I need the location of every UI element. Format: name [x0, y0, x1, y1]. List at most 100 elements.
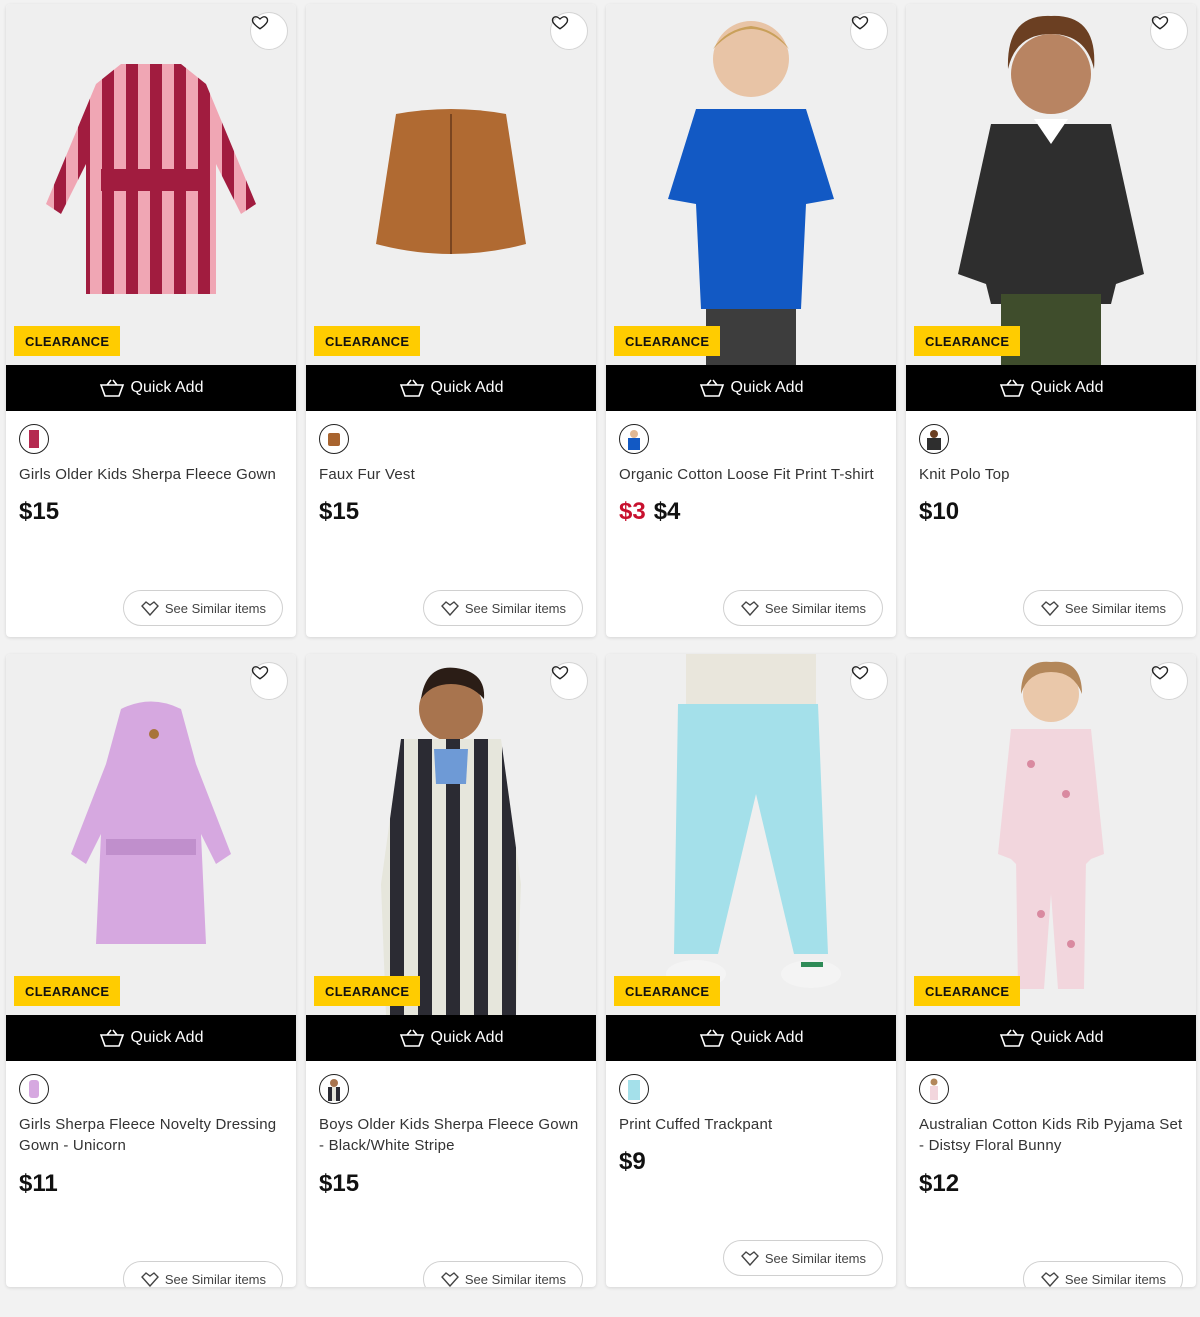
current-price: $4: [653, 498, 681, 525]
see-similar-label: See Similar items: [1064, 1271, 1166, 1287]
color-swatch[interactable]: [19, 424, 49, 454]
current-price: $10: [919, 498, 960, 525]
see-similar-label: See Similar items: [764, 600, 866, 616]
see-similar-button[interactable]: See Similar items: [722, 1240, 883, 1276]
see-similar-label: See Similar items: [464, 1271, 566, 1287]
hanger-heart-icon: [440, 601, 459, 616]
product-name[interactable]: Girls Sherpa Fleece Novelty Dressing Gow…: [19, 1114, 285, 1156]
clearance-badge: CLEARANCE: [314, 326, 421, 356]
basket-icon: [999, 1029, 1024, 1047]
basket-icon: [699, 1029, 724, 1047]
quick-add-label: Quick Add: [1030, 1029, 1104, 1046]
wishlist-heart-icon[interactable]: [550, 662, 588, 700]
quick-add-button[interactable]: Quick Add: [606, 1015, 896, 1061]
product-image[interactable]: CLEARANCE: [906, 654, 1196, 1015]
quick-add-button[interactable]: Quick Add: [606, 365, 896, 411]
see-similar-button[interactable]: See Similar items: [1022, 1261, 1183, 1287]
quick-add-button[interactable]: Quick Add: [306, 365, 596, 411]
color-swatch[interactable]: [319, 1074, 349, 1104]
product-name[interactable]: Print Cuffed Trackpant: [619, 1114, 885, 1135]
quick-add-button[interactable]: Quick Add: [6, 365, 296, 411]
clearance-badge: CLEARANCE: [614, 326, 721, 356]
color-swatch[interactable]: [919, 1074, 949, 1104]
see-similar-button[interactable]: See Similar items: [422, 590, 583, 626]
hanger-heart-icon: [1040, 601, 1059, 616]
wishlist-heart-icon[interactable]: [250, 12, 288, 50]
see-similar-button[interactable]: See Similar items: [722, 590, 883, 626]
product-grid: CLEARANCE Quick Add Girls Older Kids She…: [0, 0, 1200, 1317]
product-name[interactable]: Faux Fur Vest: [319, 464, 585, 485]
clearance-badge: CLEARANCE: [914, 326, 1021, 356]
quick-add-label: Quick Add: [430, 1029, 504, 1046]
color-swatch[interactable]: [19, 1074, 49, 1104]
quick-add-label: Quick Add: [730, 1029, 804, 1046]
see-similar-button[interactable]: See Similar items: [122, 1261, 283, 1287]
current-price: $12: [919, 1170, 960, 1197]
current-price: $9: [619, 1148, 646, 1175]
clearance-badge: CLEARANCE: [314, 976, 421, 1006]
product-image[interactable]: CLEARANCE: [6, 4, 296, 365]
product-name[interactable]: Girls Older Kids Sherpa Fleece Gown: [19, 464, 285, 485]
see-similar-button[interactable]: See Similar items: [1022, 590, 1183, 626]
product-card[interactable]: CLEARANCE Quick Add Boys Older Kids Sher…: [306, 654, 596, 1287]
product-card[interactable]: CLEARANCE Quick Add Girls Older Kids She…: [6, 4, 296, 637]
product-card[interactable]: CLEARANCE Quick Add Faux Fur Vest $15 Se…: [306, 4, 596, 637]
price: $15: [319, 498, 359, 526]
product-image[interactable]: CLEARANCE: [306, 654, 596, 1015]
price: $15: [19, 498, 59, 526]
quick-add-label: Quick Add: [130, 379, 204, 396]
wishlist-heart-icon[interactable]: [1150, 662, 1188, 700]
sale-price: $3: [619, 498, 646, 525]
product-card[interactable]: CLEARANCE Quick Add Organic Cotton Loose…: [606, 4, 896, 637]
quick-add-button[interactable]: Quick Add: [306, 1015, 596, 1061]
quick-add-label: Quick Add: [1030, 379, 1104, 396]
price: $9: [619, 1148, 646, 1176]
wishlist-heart-icon[interactable]: [850, 12, 888, 50]
see-similar-button[interactable]: See Similar items: [422, 1261, 583, 1287]
hanger-heart-icon: [740, 1251, 759, 1266]
current-price: $15: [319, 498, 360, 525]
current-price: $15: [319, 1170, 360, 1197]
price: $3 $4: [619, 498, 680, 526]
product-card[interactable]: CLEARANCE Quick Add Knit Polo Top $10 Se…: [906, 4, 1196, 637]
see-similar-button[interactable]: See Similar items: [122, 590, 283, 626]
price: $12: [919, 1170, 959, 1198]
see-similar-label: See Similar items: [164, 1271, 266, 1287]
product-image[interactable]: CLEARANCE: [606, 654, 896, 1015]
product-card[interactable]: CLEARANCE Quick Add Australian Cotton Ki…: [906, 654, 1196, 1287]
color-swatch[interactable]: [619, 424, 649, 454]
product-name[interactable]: Australian Cotton Kids Rib Pyjama Set - …: [919, 1114, 1185, 1156]
wishlist-heart-icon[interactable]: [1150, 12, 1188, 50]
basket-icon: [999, 379, 1024, 397]
quick-add-button[interactable]: Quick Add: [906, 1015, 1196, 1061]
product-image[interactable]: CLEARANCE: [606, 4, 896, 365]
see-similar-label: See Similar items: [464, 600, 566, 616]
quick-add-label: Quick Add: [130, 1029, 204, 1046]
quick-add-button[interactable]: Quick Add: [906, 365, 1196, 411]
quick-add-label: Quick Add: [430, 379, 504, 396]
product-name[interactable]: Organic Cotton Loose Fit Print T-shirt: [619, 464, 885, 485]
basket-icon: [699, 379, 724, 397]
color-swatch[interactable]: [919, 424, 949, 454]
wishlist-heart-icon[interactable]: [250, 662, 288, 700]
product-card[interactable]: CLEARANCE Quick Add Print Cuffed Trackpa…: [606, 654, 896, 1287]
quick-add-button[interactable]: Quick Add: [6, 1015, 296, 1061]
price: $10: [919, 498, 959, 526]
see-similar-label: See Similar items: [164, 600, 266, 616]
product-image[interactable]: CLEARANCE: [6, 654, 296, 1015]
current-price: $15: [19, 498, 60, 525]
wishlist-heart-icon[interactable]: [850, 662, 888, 700]
color-swatch[interactable]: [319, 424, 349, 454]
product-image[interactable]: CLEARANCE: [306, 4, 596, 365]
clearance-badge: CLEARANCE: [914, 976, 1021, 1006]
quick-add-label: Quick Add: [730, 379, 804, 396]
color-swatch[interactable]: [619, 1074, 649, 1104]
basket-icon: [99, 1029, 124, 1047]
product-image[interactable]: CLEARANCE: [906, 4, 1196, 365]
wishlist-heart-icon[interactable]: [550, 12, 588, 50]
price: $11: [19, 1170, 58, 1198]
product-card[interactable]: CLEARANCE Quick Add Girls Sherpa Fleece …: [6, 654, 296, 1287]
product-name[interactable]: Knit Polo Top: [919, 464, 1185, 485]
product-name[interactable]: Boys Older Kids Sherpa Fleece Gown - Bla…: [319, 1114, 585, 1156]
basket-icon: [99, 379, 124, 397]
